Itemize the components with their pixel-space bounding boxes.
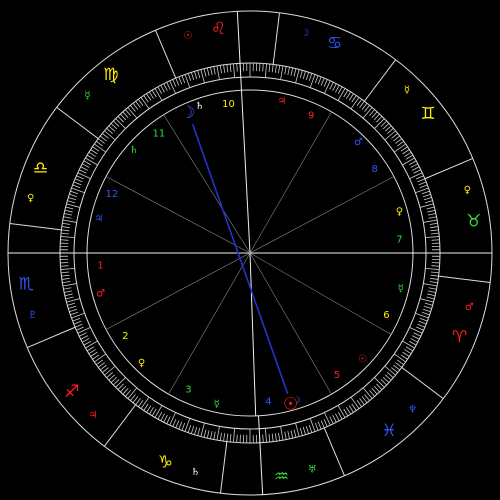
sign-ruler-glyph: ♀ bbox=[464, 185, 471, 196]
degree-tick bbox=[60, 265, 69, 267]
sign-ruler-glyph: ☿ bbox=[84, 91, 90, 102]
sign-ruler-glyph: ♆ bbox=[408, 404, 417, 415]
house-ruler-glyph: ♀ bbox=[396, 206, 403, 217]
house-number-11: 11 bbox=[153, 128, 166, 139]
sign-glyph-libra: ♎ bbox=[33, 158, 48, 178]
degree-tick bbox=[236, 434, 238, 443]
astrology-chart: ♉ ♀ ♊ ☿ ♋ ☽ ♌ ☉ ♍ ☿ ♎ ♀ ♏ ♇ ♐ ♃ ♑ ♄ ♒ ♅ ♓ ♆ ♈ ♂ 1 ♂ 2 ♀ 3 ☿ 4 ☽ 5 ☉ 6 ☿ 7 ♀ 8 ♂… bbox=[0, 0, 500, 500]
sign-glyph-taurus: ♉ bbox=[466, 212, 481, 232]
house-number-12: 12 bbox=[106, 189, 119, 200]
house-ruler-glyph: ♄ bbox=[195, 101, 204, 112]
degree-tick bbox=[262, 434, 264, 443]
sign-glyph-leo: ♌ bbox=[211, 19, 226, 39]
sign-glyph-scorpio: ♏ bbox=[19, 274, 34, 294]
house-ruler-glyph: ☉ bbox=[358, 354, 367, 365]
house-number-8: 8 bbox=[372, 164, 378, 175]
sun-glyph: ☉ bbox=[283, 395, 298, 415]
sign-ruler-glyph: ♃ bbox=[89, 410, 98, 421]
degree-tick bbox=[431, 265, 440, 267]
house-ruler-glyph: ☿ bbox=[398, 284, 404, 295]
degree-tick bbox=[60, 239, 69, 241]
sign-ruler-glyph: ☿ bbox=[404, 85, 410, 96]
moon-glyph: ☽ bbox=[180, 103, 195, 123]
house-ruler-glyph: ♀ bbox=[138, 358, 145, 369]
sign-glyph-capricorn: ♑ bbox=[158, 453, 173, 473]
sign-ruler-glyph: ♄ bbox=[191, 467, 200, 478]
house-ruler-glyph: ♂ bbox=[354, 137, 363, 148]
house-ruler-glyph: ♃ bbox=[277, 96, 286, 107]
house-number-3: 3 bbox=[185, 384, 191, 395]
degree-tick bbox=[262, 63, 264, 72]
sign-ruler-glyph: ☉ bbox=[183, 30, 192, 41]
sign-glyph-gemini: ♊ bbox=[420, 104, 435, 124]
house-number-7: 7 bbox=[396, 234, 402, 245]
house-ruler-glyph: ♄ bbox=[129, 145, 138, 156]
house-number-2: 2 bbox=[122, 331, 128, 342]
house-number-10: 10 bbox=[222, 99, 235, 110]
sign-glyph-cancer: ♋ bbox=[327, 33, 342, 53]
house-number-5: 5 bbox=[334, 370, 340, 381]
house-number-6: 6 bbox=[383, 310, 389, 321]
sign-ruler-glyph: ♇ bbox=[28, 310, 37, 321]
house-number-1: 1 bbox=[97, 261, 103, 272]
sign-glyph-sagittarius: ♐ bbox=[64, 382, 79, 402]
house-ruler-glyph: ☿ bbox=[214, 399, 220, 410]
sign-glyph-aquarius: ♒ bbox=[274, 467, 289, 487]
sign-glyph-pisces: ♓ bbox=[382, 421, 397, 441]
house-number-4: 4 bbox=[265, 396, 271, 407]
house-ruler-glyph: ♃ bbox=[94, 214, 103, 225]
degree-tick bbox=[431, 239, 440, 241]
sign-glyph-virgo: ♍ bbox=[103, 65, 118, 85]
sign-glyph-aries: ♈ bbox=[452, 328, 467, 348]
degree-tick bbox=[236, 63, 238, 72]
sign-ruler-glyph: ♅ bbox=[308, 465, 317, 476]
house-ruler-glyph: ♂ bbox=[96, 289, 105, 300]
house-number-9: 9 bbox=[308, 111, 314, 122]
sign-ruler-glyph: ♂ bbox=[465, 302, 474, 313]
sign-ruler-glyph: ☽ bbox=[300, 28, 309, 39]
sign-ruler-glyph: ♀ bbox=[27, 193, 34, 204]
